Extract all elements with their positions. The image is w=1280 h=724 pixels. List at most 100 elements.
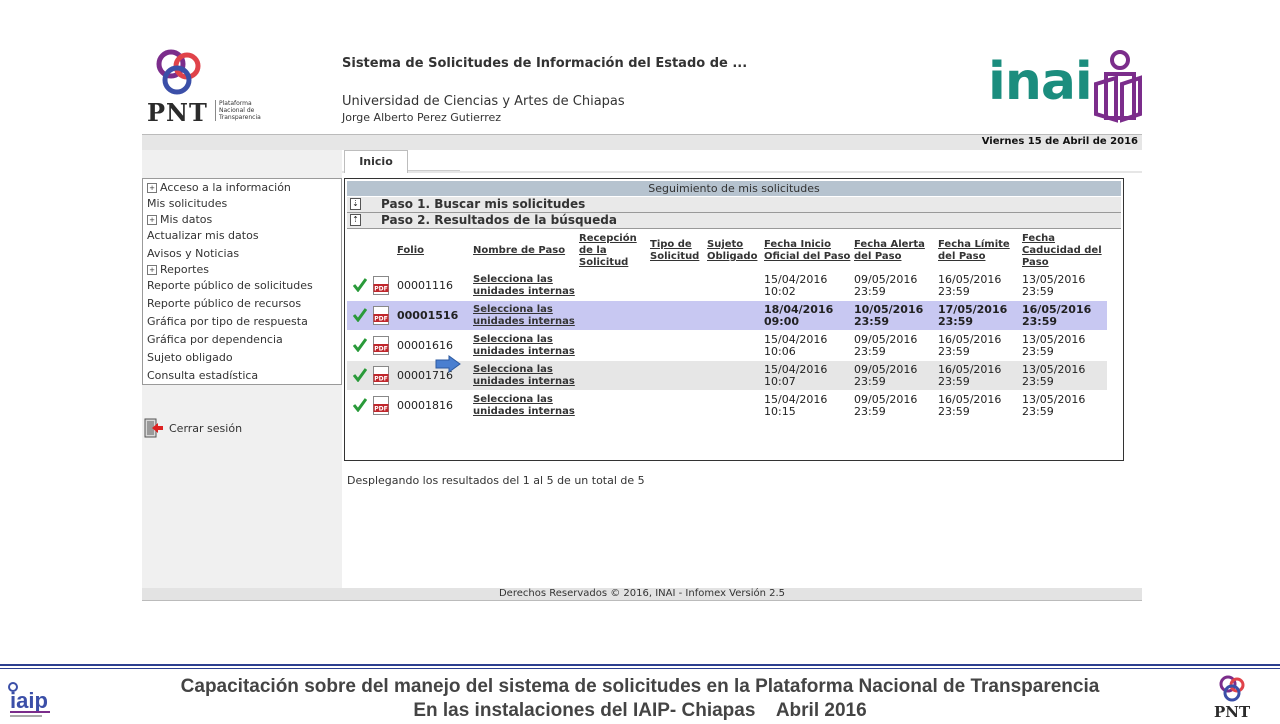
current-date: Viernes 15 de Abril de 2016 xyxy=(981,136,1138,147)
paso-link[interactable]: Selecciona las unidades internas xyxy=(473,304,575,328)
folio: 00001516 xyxy=(397,309,459,322)
sidebar-item-label: Mis datos xyxy=(160,213,213,226)
table-row[interactable]: PDF 00001116 Selecciona las unidades inte… xyxy=(347,271,1107,300)
link-line: Selecciona las xyxy=(473,364,553,375)
fecha-alerta: 09/05/2016 23:59 xyxy=(854,334,917,358)
link-line: Selecciona las xyxy=(473,394,553,405)
time-line: 10:02 xyxy=(764,285,796,298)
pnt-subtitle: Plataforma Nacional de Transparencia xyxy=(215,100,269,121)
user-name: Jorge Alberto Perez Gutierrez xyxy=(342,111,502,124)
fecha-limite: 16/05/2016 23:59 xyxy=(938,274,1001,298)
paso-link[interactable]: Selecciona las unidades internas xyxy=(473,394,575,418)
link-line: Selecciona las xyxy=(473,274,553,285)
time-line: 10:06 xyxy=(764,345,796,358)
col-header-fecha-limite[interactable]: Fecha Límite del Paso xyxy=(938,239,1010,263)
svg-text:PDF: PDF xyxy=(374,376,387,383)
sidebar-item-reporte-recursos[interactable]: Reporte público de recursos xyxy=(147,297,301,310)
paso-link[interactable]: Selecciona las unidades internas xyxy=(473,364,575,388)
sidebar-item-mis-solicitudes[interactable]: Mis solicitudes xyxy=(147,197,227,210)
header-line: Sujeto xyxy=(707,239,744,250)
pdf-icon[interactable]: PDF xyxy=(373,396,389,415)
time-line: 23:59 xyxy=(1022,315,1058,328)
col-header-recepcion[interactable]: Recepción de la Solicitud xyxy=(579,233,637,269)
tab-divider xyxy=(408,170,460,171)
sidebar-item-label: Acceso a la información xyxy=(160,181,291,194)
expand-icon[interactable]: + xyxy=(147,183,157,193)
inai-figure-icon xyxy=(1094,50,1142,123)
sidebar-item-avisos-noticias[interactable]: Avisos y Noticias xyxy=(147,247,239,260)
step2-bar[interactable]: ⇡ Paso 2. Resultados de la búsqueda xyxy=(347,213,1121,229)
sidebar-item-grafica-respuesta[interactable]: Gráfica por tipo de respuesta xyxy=(147,315,308,328)
copyright-bar: Derechos Reservados © 2016, INAI - Infom… xyxy=(142,588,1142,601)
sidebar-item-mis-datos[interactable]: + Mis datos xyxy=(147,213,212,226)
logout-label: Cerrar sesión xyxy=(169,422,243,435)
pnt-logo: PNT Plataforma Nacional de Transparencia xyxy=(145,48,265,128)
sidebar-item-reporte-solicitudes[interactable]: Reporte público de solicitudes xyxy=(147,279,313,292)
time-line: 23:59 xyxy=(854,345,886,358)
sidebar-item-acceso-informacion[interactable]: + Acceso a la información xyxy=(147,181,291,194)
expand-icon[interactable]: + xyxy=(147,265,157,275)
table-row[interactable]: PDF 00001616 Selecciona las unidades inte… xyxy=(347,331,1107,360)
check-icon xyxy=(353,338,367,352)
check-icon xyxy=(353,278,367,292)
time-line: 23:59 xyxy=(938,315,974,328)
fecha-caducidad: 16/05/2016 23:59 xyxy=(1022,304,1091,328)
header-line: Caducidad del xyxy=(1022,245,1102,256)
paso-link[interactable]: Selecciona las unidades internas xyxy=(473,334,575,358)
sidebar-item-consulta-estadistica[interactable]: Consulta estadística xyxy=(147,369,258,382)
sidebar-item-actualizar-datos[interactable]: Actualizar mis datos xyxy=(147,229,259,242)
header-line: del Paso xyxy=(938,251,986,262)
collapse-up-icon[interactable]: ⇡ xyxy=(350,214,361,226)
table-row-selected[interactable]: PDF 00001516 Selecciona las unidades inte… xyxy=(347,301,1107,330)
link-line: Selecciona las xyxy=(473,304,553,315)
time-line: 09:00 xyxy=(764,315,800,328)
results-panel: Seguimiento de mis solicitudes ⇣ Paso 1.… xyxy=(344,178,1124,487)
table-row[interactable]: PDF 00001816 Selecciona las unidades inte… xyxy=(347,391,1107,420)
header-line: Fecha Alerta xyxy=(854,239,925,250)
col-header-sujeto[interactable]: Sujeto Obligado xyxy=(707,239,757,263)
col-header-fecha-caducidad[interactable]: Fecha Caducidad del Paso xyxy=(1022,233,1102,269)
time-line: 23:59 xyxy=(938,285,970,298)
step2-label: Paso 2. Resultados de la búsqueda xyxy=(381,213,617,227)
tab-inicio[interactable]: Inicio xyxy=(344,150,408,173)
header-line: Obligado xyxy=(707,251,758,262)
pdf-icon[interactable]: PDF xyxy=(373,336,389,355)
pnt-logo-small: PNT xyxy=(1212,672,1276,721)
step1-bar[interactable]: ⇣ Paso 1. Buscar mis solicitudes xyxy=(347,197,1121,213)
link-line: unidades internas xyxy=(473,286,575,297)
time-line: 23:59 xyxy=(1022,375,1054,388)
svg-text:PDF: PDF xyxy=(374,406,387,413)
pdf-icon[interactable]: PDF xyxy=(373,366,389,385)
pdf-icon[interactable]: PDF xyxy=(373,306,389,325)
time-line: 10:07 xyxy=(764,375,796,388)
col-header-nombre-paso[interactable]: Nombre de Paso xyxy=(473,245,565,257)
col-header-tipo[interactable]: Tipo de Solicitud xyxy=(650,239,699,263)
expand-icon[interactable]: + xyxy=(147,215,157,225)
fecha-caducidad: 13/05/2016 23:59 xyxy=(1022,334,1085,358)
header-line: Fecha xyxy=(1022,233,1056,244)
svg-text:PDF: PDF xyxy=(374,346,387,353)
sidebar-item-grafica-dependencia[interactable]: Gráfica por dependencia xyxy=(147,333,283,346)
expand-down-icon[interactable]: ⇣ xyxy=(350,198,361,210)
fecha-inicio: 15/04/2016 10:06 xyxy=(764,334,827,358)
col-header-fecha-alerta[interactable]: Fecha Alerta del Paso xyxy=(854,239,925,263)
time-line: 23:59 xyxy=(938,345,970,358)
pdf-icon[interactable]: PDF xyxy=(373,276,389,295)
col-header-fecha-inicio[interactable]: Fecha Inicio Oficial del Paso xyxy=(764,239,850,263)
col-header-folio[interactable]: Folio xyxy=(397,245,424,257)
time-line: 23:59 xyxy=(854,375,886,388)
sidebar-item-reportes[interactable]: + Reportes xyxy=(147,263,209,276)
pnt-small-wordmark: PNT xyxy=(1214,703,1251,720)
logout-icon[interactable] xyxy=(143,418,163,438)
sidebar-item-sujeto-obligado[interactable]: Sujeto obligado xyxy=(147,351,233,364)
time-line: 23:59 xyxy=(938,405,970,418)
institution-name: Universidad de Ciencias y Artes de Chiap… xyxy=(342,94,625,109)
table-row[interactable]: PDF 00001716 Selecciona las unidades inte… xyxy=(347,361,1107,390)
fecha-limite: 16/05/2016 23:59 xyxy=(938,334,1001,358)
header-line: Paso xyxy=(1022,257,1049,268)
fecha-inicio: 18/04/2016 09:00 xyxy=(764,304,833,328)
fecha-caducidad: 13/05/2016 23:59 xyxy=(1022,394,1085,418)
fecha-alerta: 10/05/2016 23:59 xyxy=(854,304,923,328)
paso-link[interactable]: Selecciona las unidades internas xyxy=(473,274,575,298)
time-line: 23:59 xyxy=(938,375,970,388)
